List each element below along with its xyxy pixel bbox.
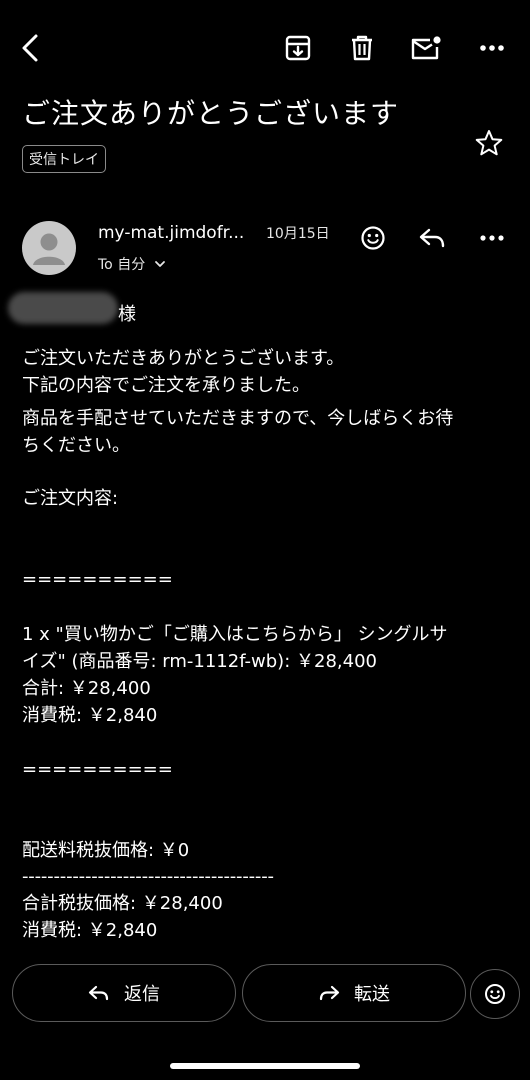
divider-line: ========== xyxy=(22,569,173,590)
back-arrow-icon[interactable] xyxy=(12,30,48,66)
body-line: 商品を手配させていただきますので、今しばらくお待 xyxy=(22,408,454,429)
email-date: 10月15日 xyxy=(266,226,330,242)
emoji-icon xyxy=(485,984,505,1004)
mark-unread-icon[interactable] xyxy=(408,30,444,66)
subtotal-line: 合計: ￥28,400 xyxy=(22,678,151,699)
body-line: ご注文いただきありがとうございます。 xyxy=(22,348,345,369)
reply-label: 返信 xyxy=(124,984,160,1005)
recipient-label: To 自分 xyxy=(98,257,146,273)
tax-line: 消費税: ￥2,840 xyxy=(22,705,158,726)
reply-button[interactable]: 返信 xyxy=(12,964,236,1022)
body-line: 下記の内容でご注文を承りました。 xyxy=(22,375,310,396)
email-subject: ご注文ありがとうございます xyxy=(22,97,400,130)
salutation-suffix: 様 xyxy=(118,304,136,325)
order-item-line: イズ" (商品番号: rm-1112f-wb): ￥28,400 xyxy=(22,651,377,672)
forward-button[interactable]: 転送 xyxy=(242,964,466,1022)
dash-divider: ---------------------------------------- xyxy=(22,866,274,887)
sender-name[interactable]: my-mat.jimdofr... xyxy=(98,223,244,243)
trash-icon[interactable] xyxy=(344,30,380,66)
home-indicator[interactable] xyxy=(170,1063,360,1069)
person-icon xyxy=(33,233,65,265)
forward-icon xyxy=(319,985,340,1001)
shipping-line: 配送料税抜価格: ￥0 xyxy=(22,840,190,861)
chevron-down-icon xyxy=(154,261,165,267)
total-ex-tax-line: 合計税抜価格: ￥28,400 xyxy=(22,893,223,914)
order-heading: ご注文内容: xyxy=(22,488,119,509)
archive-icon[interactable] xyxy=(280,30,316,66)
body-line: ちください。 xyxy=(22,435,130,456)
inbox-label-badge[interactable]: 受信トレイ xyxy=(22,145,106,173)
star-icon[interactable] xyxy=(474,128,504,158)
bottom-action-bar: 返信 転送 xyxy=(0,962,530,1026)
emoji-react-button[interactable] xyxy=(470,969,520,1019)
reply-icon xyxy=(88,985,109,1001)
sender-avatar[interactable] xyxy=(22,221,76,275)
more-horizontal-icon[interactable] xyxy=(474,30,510,66)
order-item-line: 1 x "買い物かご「ご購入はこちらから」 シングルサ xyxy=(22,624,448,645)
divider-line: ========== xyxy=(22,759,173,780)
emoji-reaction-icon[interactable] xyxy=(357,222,389,254)
redacted-recipient-name xyxy=(8,292,118,324)
forward-label: 転送 xyxy=(354,984,390,1005)
message-more-icon[interactable] xyxy=(476,222,508,254)
tax-line: 消費税: ￥2,840 xyxy=(22,920,158,941)
reply-icon[interactable] xyxy=(416,222,448,254)
top-toolbar xyxy=(0,0,530,100)
recipient-details-toggle[interactable]: To 自分 xyxy=(98,254,166,274)
